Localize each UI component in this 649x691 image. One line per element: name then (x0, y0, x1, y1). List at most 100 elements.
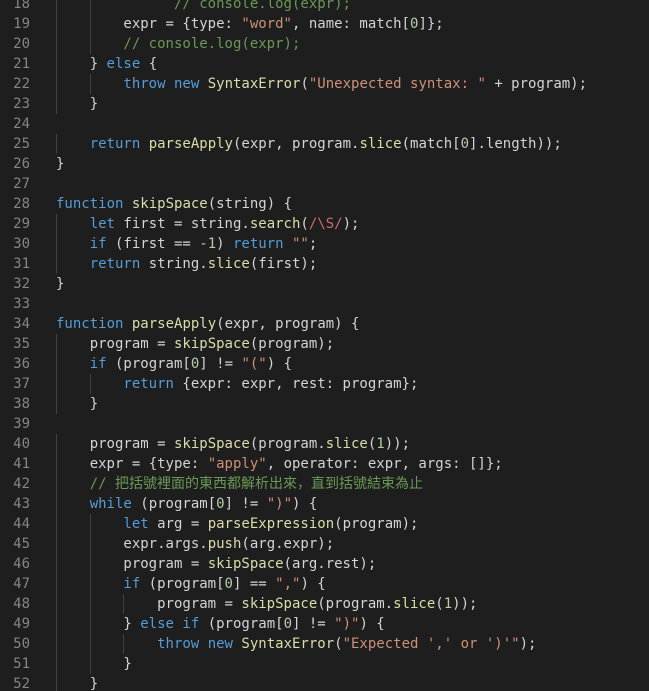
token-text: (arg.rest); (283, 556, 377, 572)
code-line[interactable]: 23} (0, 94, 649, 114)
indent-guide (89, 594, 91, 614)
token-number: 1 (376, 436, 385, 452)
indent-guide (56, 34, 57, 54)
code-editor[interactable]: 18 // console.log(expr); 19 expr = {type: … (0, 0, 649, 691)
code-line[interactable]: 33 (0, 294, 649, 314)
code-line[interactable]: 44 let arg = parseExpression(program); (0, 514, 649, 534)
code-line[interactable]: 47 if (program[0] == ",") { (0, 574, 649, 594)
token-keyword: new (173, 76, 200, 92)
token-keyword: function (56, 316, 124, 332)
code-line[interactable]: 32} (0, 274, 649, 294)
indent-guide (56, 554, 57, 574)
token-function: parseApply (148, 136, 233, 152)
code-line[interactable]: 24 (0, 114, 649, 134)
code-line[interactable]: 22 throw new SyntaxError("Unexpected synt… (0, 74, 649, 94)
line-content: if (first == -1) return ""; (90, 234, 318, 254)
token-text: (expr, program) { (216, 316, 360, 332)
code-line[interactable]: 18 // console.log(expr); (0, 0, 649, 14)
token-keyword: let (123, 516, 149, 532)
code-line[interactable]: 34 function parseApply(expr, program) { (0, 314, 649, 334)
line-number: 43 (13, 496, 30, 512)
code-line[interactable]: 51} (0, 654, 649, 674)
code-line[interactable]: 19 expr = {type: "word", name: match[0]}; (0, 14, 649, 34)
token-text: (program); (334, 516, 419, 532)
token-string: "Unexpected syntax: " (308, 76, 486, 92)
token-function: parseApply (131, 316, 217, 332)
code-line[interactable]: 50 throw new SyntaxError("Expected ',' or… (0, 634, 649, 654)
token-text: (program. (317, 596, 394, 612)
line-content: return {expr: expr, rest: program}; (123, 374, 418, 394)
line-content: return string.slice(first); (90, 254, 318, 274)
token-text: (program. (249, 436, 326, 452)
code-line[interactable]: 43 while (program[0] != ")") { (0, 494, 649, 514)
indent-guide (56, 234, 57, 254)
token-text: (program[ (131, 496, 217, 512)
indent-guide (89, 514, 91, 534)
line-content: } (90, 394, 98, 414)
code-line[interactable]: 29 let first = string.search(/\S/); (0, 214, 649, 234)
line-number: 34 (13, 316, 30, 332)
code-line[interactable]: 27 (0, 174, 649, 194)
token-text: (first == (106, 236, 200, 252)
code-line[interactable]: 52} (0, 674, 649, 691)
token-text: ); (519, 636, 537, 652)
indent-guide (56, 634, 57, 654)
line-content: let first = string.search(/\S/); (90, 214, 360, 234)
code-line[interactable]: 46 program = skipSpace(arg.rest); (0, 554, 649, 574)
code-line[interactable]: 20 // console.log(expr); (0, 34, 649, 54)
token-text: )); (384, 436, 411, 452)
line-content: throw new SyntaxError("Unexpected syntax… (123, 74, 587, 94)
line-number: 28 (13, 196, 30, 212)
token-number: -1 (199, 236, 217, 252)
code-line[interactable]: 30 if (first == -1) return ""; (0, 234, 649, 254)
token-text: (first); (249, 256, 318, 272)
code-line[interactable]: 25 return parseApply(expr, program.slice(… (0, 134, 649, 154)
token-text: first = string. (114, 216, 250, 232)
code-line[interactable]: 49} else if (program[0] != ")") { (0, 614, 649, 634)
indent-guide (56, 334, 57, 354)
token-keyword: new (207, 636, 233, 652)
token-text: string. (140, 256, 208, 272)
code-line[interactable]: 41 expr = {type: "apply", operator: expr,… (0, 454, 649, 474)
line-content: } (56, 154, 64, 174)
line-number: 44 (13, 516, 30, 532)
code-line[interactable]: 40 program = skipSpace(program.slice(1)); (0, 434, 649, 454)
line-number: 20 (13, 36, 30, 52)
indent-guide (56, 214, 57, 234)
code-line[interactable]: 31 return string.slice(first); (0, 254, 649, 274)
code-line[interactable]: 38} (0, 394, 649, 414)
code-line[interactable]: 26} (0, 154, 649, 174)
code-line[interactable]: 21} else { (0, 54, 649, 74)
token-text: expr = {type: (89, 456, 208, 472)
line-number: 40 (13, 436, 30, 452)
code-line[interactable]: 36 if (program[0] != "(") { (0, 354, 649, 374)
code-line[interactable]: 37 return {expr: expr, rest: program}; (0, 374, 649, 394)
code-line[interactable]: 48 program = skipSpace(program.slice(1)); (0, 594, 649, 614)
indent-guide (56, 534, 57, 554)
token-text: (program); (249, 336, 335, 352)
token-function: skipSpace (173, 436, 250, 452)
code-line[interactable]: 39 (0, 414, 649, 434)
token-text: } (56, 156, 65, 172)
code-line[interactable]: 45 expr.args.push(arg.expr); (0, 534, 649, 554)
token-keyword: let (89, 216, 115, 232)
token-text: (string) { (207, 196, 293, 212)
token-text: + program); (485, 76, 588, 92)
code-line[interactable]: 28 function skipSpace(string) { (0, 194, 649, 214)
token-keyword: while (89, 496, 132, 512)
code-line[interactable]: 35 program = skipSpace(program); (0, 334, 649, 354)
indent-guide (56, 454, 57, 474)
indent-guide (89, 554, 91, 574)
indent-guide (56, 614, 57, 634)
line-number: 33 (13, 296, 30, 312)
token-regex: /\S/ (308, 216, 343, 232)
code-line[interactable]: 42 // 把括號裡面的東西都解析出來，直到括號結束為止 (0, 474, 649, 494)
token-text: ) (216, 236, 233, 252)
indent-guide (56, 594, 57, 614)
line-content: program = skipSpace(program.slice(1)); (157, 594, 477, 614)
line-number: 45 (13, 536, 30, 552)
